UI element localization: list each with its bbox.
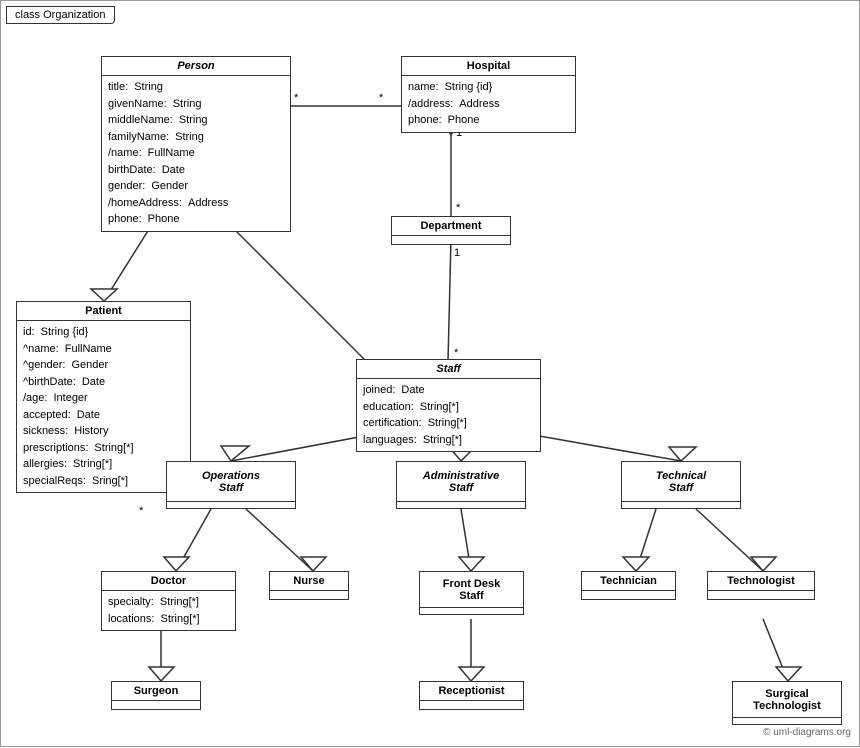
department-header: Department [392, 217, 510, 236]
technical-staff-header: TechnicalStaff [622, 462, 740, 502]
surgical-technologist-body [733, 718, 841, 724]
nurse-body [270, 591, 348, 599]
receptionist-class: Receptionist [419, 681, 524, 710]
technician-body [582, 591, 675, 599]
nurse-header: Nurse [270, 572, 348, 591]
staff-class: Staff joined:Date education:String[*] ce… [356, 359, 541, 452]
person-body: title:String givenName:String middleName… [102, 76, 290, 231]
title-label: class Organization [15, 9, 106, 21]
copyright: © uml-diagrams.org [763, 727, 851, 738]
svg-text:*: * [456, 202, 461, 214]
surgeon-header: Surgeon [112, 682, 200, 701]
person-header: Person [102, 57, 290, 76]
operations-staff-class: OperationsStaff [166, 461, 296, 509]
receptionist-body [420, 701, 523, 709]
front-desk-class: Front DeskStaff [419, 571, 524, 615]
operations-staff-body [167, 502, 295, 508]
surgical-technologist-header: SurgicalTechnologist [733, 682, 841, 718]
surgical-technologist-class: SurgicalTechnologist [732, 681, 842, 725]
surgeon-body [112, 701, 200, 709]
svg-text:*: * [294, 92, 299, 104]
technical-staff-body [622, 502, 740, 508]
technologist-header: Technologist [708, 572, 814, 591]
department-class: Department [391, 216, 511, 245]
doctor-body: specialty:String[*] locations:String[*] [102, 591, 235, 630]
front-desk-header: Front DeskStaff [420, 572, 523, 608]
surgeon-class: Surgeon [111, 681, 201, 710]
svg-text:*: * [454, 347, 459, 359]
administrative-staff-class: AdministrativeStaff [396, 461, 526, 509]
technician-class: Technician [581, 571, 676, 600]
doctor-header: Doctor [102, 572, 235, 591]
patient-class: Patient id:String {id} ^name:FullName ^g… [16, 301, 191, 493]
hospital-body: name:String {id} /address:Address phone:… [402, 76, 575, 132]
svg-text:*: * [379, 92, 384, 104]
hospital-header: Hospital [402, 57, 575, 76]
hospital-class: Hospital name:String {id} /address:Addre… [401, 56, 576, 133]
patient-body: id:String {id} ^name:FullName ^gender:Ge… [17, 321, 190, 492]
staff-header: Staff [357, 360, 540, 379]
technologist-body [708, 591, 814, 599]
uml-diagram: class Organization * * 1 * 1 * * [0, 0, 860, 747]
technician-header: Technician [582, 572, 675, 591]
svg-text:*: * [139, 505, 144, 517]
copyright-label: © uml-diagrams.org [763, 727, 851, 738]
svg-text:1: 1 [454, 247, 460, 259]
nurse-class: Nurse [269, 571, 349, 600]
technical-staff-class: TechnicalStaff [621, 461, 741, 509]
operations-staff-header: OperationsStaff [167, 462, 295, 502]
doctor-class: Doctor specialty:String[*] locations:Str… [101, 571, 236, 631]
receptionist-header: Receptionist [420, 682, 523, 701]
administrative-staff-body [397, 502, 525, 508]
department-body [392, 236, 510, 244]
diagram-title: class Organization [6, 6, 115, 24]
person-class: Person title:String givenName:String mid… [101, 56, 291, 232]
front-desk-body [420, 608, 523, 614]
patient-header: Patient [17, 302, 190, 321]
administrative-staff-header: AdministrativeStaff [397, 462, 525, 502]
technologist-class: Technologist [707, 571, 815, 600]
staff-body: joined:Date education:String[*] certific… [357, 379, 540, 451]
